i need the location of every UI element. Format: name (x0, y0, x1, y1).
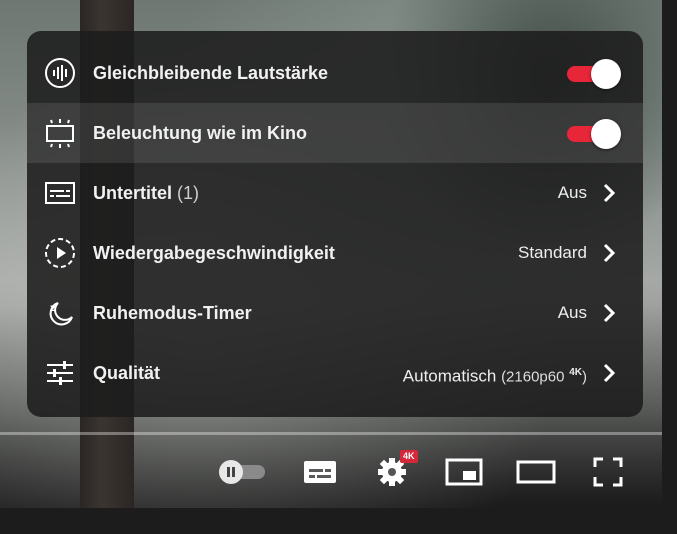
menu-item-value: Aus (557, 303, 587, 322)
sleep-timer-icon: z (43, 297, 77, 329)
menu-item-sleep-timer[interactable]: z Ruhemodus-Timer Aus (27, 283, 643, 343)
subtitle-count: (1) (177, 183, 200, 203)
ambient-mode-toggle[interactable] (567, 119, 621, 149)
subtitles-icon (43, 177, 77, 209)
menu-item-value: Automatisch (2160p60 4K) (402, 366, 587, 386)
menu-item-playback-speed[interactable]: Wiedergabegeschwindigkeit Standard (27, 223, 643, 283)
progress-bar[interactable] (0, 432, 662, 435)
menu-item-stable-volume[interactable]: Gleichbleibende Lautstärke (27, 43, 643, 103)
menu-item-label: Wiedergabegeschwindigkeit (93, 243, 335, 263)
miniplayer-icon (445, 458, 483, 486)
theater-mode-icon (516, 460, 556, 484)
chevron-right-icon (603, 303, 616, 323)
subtitles-icon (304, 461, 336, 483)
stable-volume-toggle[interactable] (567, 59, 621, 89)
menu-item-quality[interactable]: Qualität Automatisch (2160p60 4K) (27, 343, 643, 403)
stable-volume-icon (43, 57, 77, 89)
quality-icon (43, 357, 77, 389)
menu-item-value: Standard (518, 243, 587, 262)
subtitles-button[interactable] (300, 452, 340, 492)
menu-item-value: Aus (557, 183, 587, 202)
ambient-mode-icon (43, 117, 77, 149)
miniplayer-button[interactable] (444, 452, 484, 492)
menu-item-label: Beleuchtung wie im Kino (93, 123, 308, 143)
page-edge (662, 0, 677, 534)
menu-item-label: Gleichbleibende Lautstärke (93, 63, 329, 83)
chevron-right-icon (603, 183, 616, 203)
menu-item-label: Untertitel (1) (93, 183, 200, 203)
playback-speed-icon (43, 237, 77, 269)
menu-item-label: Ruhemodus-Timer (93, 303, 252, 323)
settings-menu: Gleichbleibende Lautstärke Beleuchtung w… (27, 31, 643, 417)
fullscreen-icon (593, 457, 623, 487)
autoplay-toggle[interactable] (214, 452, 268, 492)
page-edge-bottom (0, 508, 677, 534)
svg-text:z: z (50, 303, 56, 314)
menu-item-ambient-mode[interactable]: Beleuchtung wie im Kino (27, 103, 643, 163)
fullscreen-button[interactable] (588, 452, 628, 492)
chevron-right-icon (603, 363, 616, 383)
toggle-knob (591, 59, 621, 89)
chevron-right-icon (603, 243, 616, 263)
theater-mode-button[interactable] (514, 452, 558, 492)
menu-item-label: Qualität (93, 363, 161, 383)
menu-item-subtitles[interactable]: Untertitel (1) Aus (27, 163, 643, 223)
quality-badge: 4K (400, 450, 418, 463)
toggle-knob (591, 119, 621, 149)
